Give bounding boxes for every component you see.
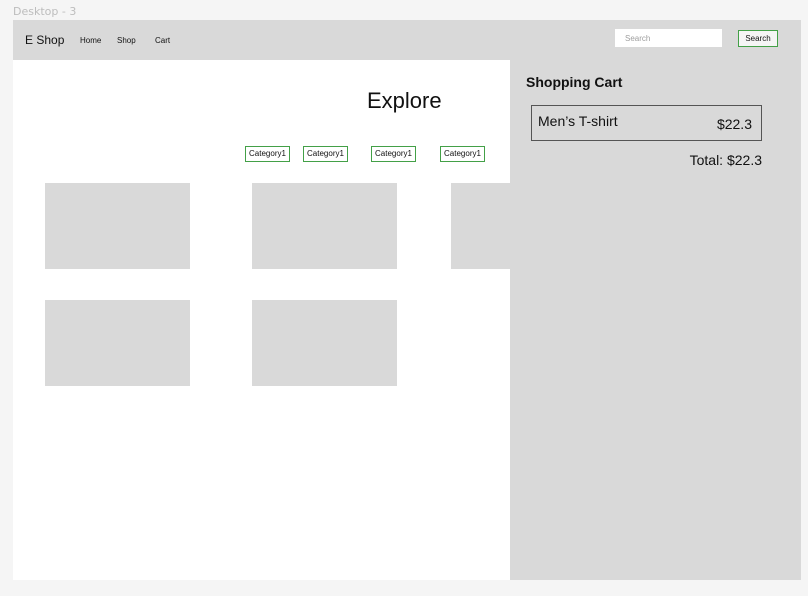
search-button[interactable]: Search bbox=[738, 30, 778, 47]
cart-item-name: Men’s T-shirt bbox=[538, 113, 618, 129]
nav-home-link[interactable]: Home bbox=[80, 36, 101, 45]
search-input[interactable] bbox=[615, 29, 722, 47]
top-navbar: E Shop Home Shop Cart Search bbox=[13, 20, 801, 60]
product-card-4[interactable] bbox=[45, 300, 190, 386]
cart-item[interactable]: Men’s T-shirt $22.3 bbox=[531, 105, 762, 141]
category-chip-2[interactable]: Category1 bbox=[303, 146, 348, 162]
brand-logo[interactable]: E Shop bbox=[25, 33, 64, 47]
explore-title: Explore bbox=[367, 88, 442, 113]
category-chip-4[interactable]: Category1 bbox=[440, 146, 485, 162]
product-card-2[interactable] bbox=[252, 183, 397, 269]
cart-item-price: $22.3 bbox=[716, 116, 752, 132]
cart-title: Shopping Cart bbox=[526, 74, 623, 90]
shopping-cart-panel: Shopping Cart Men’s T-shirt $22.3 Total:… bbox=[510, 60, 801, 580]
nav-cart-link[interactable]: Cart bbox=[155, 36, 170, 45]
frame-label: Desktop - 3 bbox=[13, 5, 77, 18]
nav-shop-link[interactable]: Shop bbox=[117, 36, 136, 45]
cart-total: Total: $22.3 bbox=[689, 152, 762, 168]
category-chip-3[interactable]: Category1 bbox=[371, 146, 416, 162]
category-chip-1[interactable]: Category1 bbox=[245, 146, 290, 162]
desktop-frame: E Shop Home Shop Cart Search Explore Cat… bbox=[13, 20, 801, 580]
product-card-1[interactable] bbox=[45, 183, 190, 269]
product-card-5[interactable] bbox=[252, 300, 397, 386]
